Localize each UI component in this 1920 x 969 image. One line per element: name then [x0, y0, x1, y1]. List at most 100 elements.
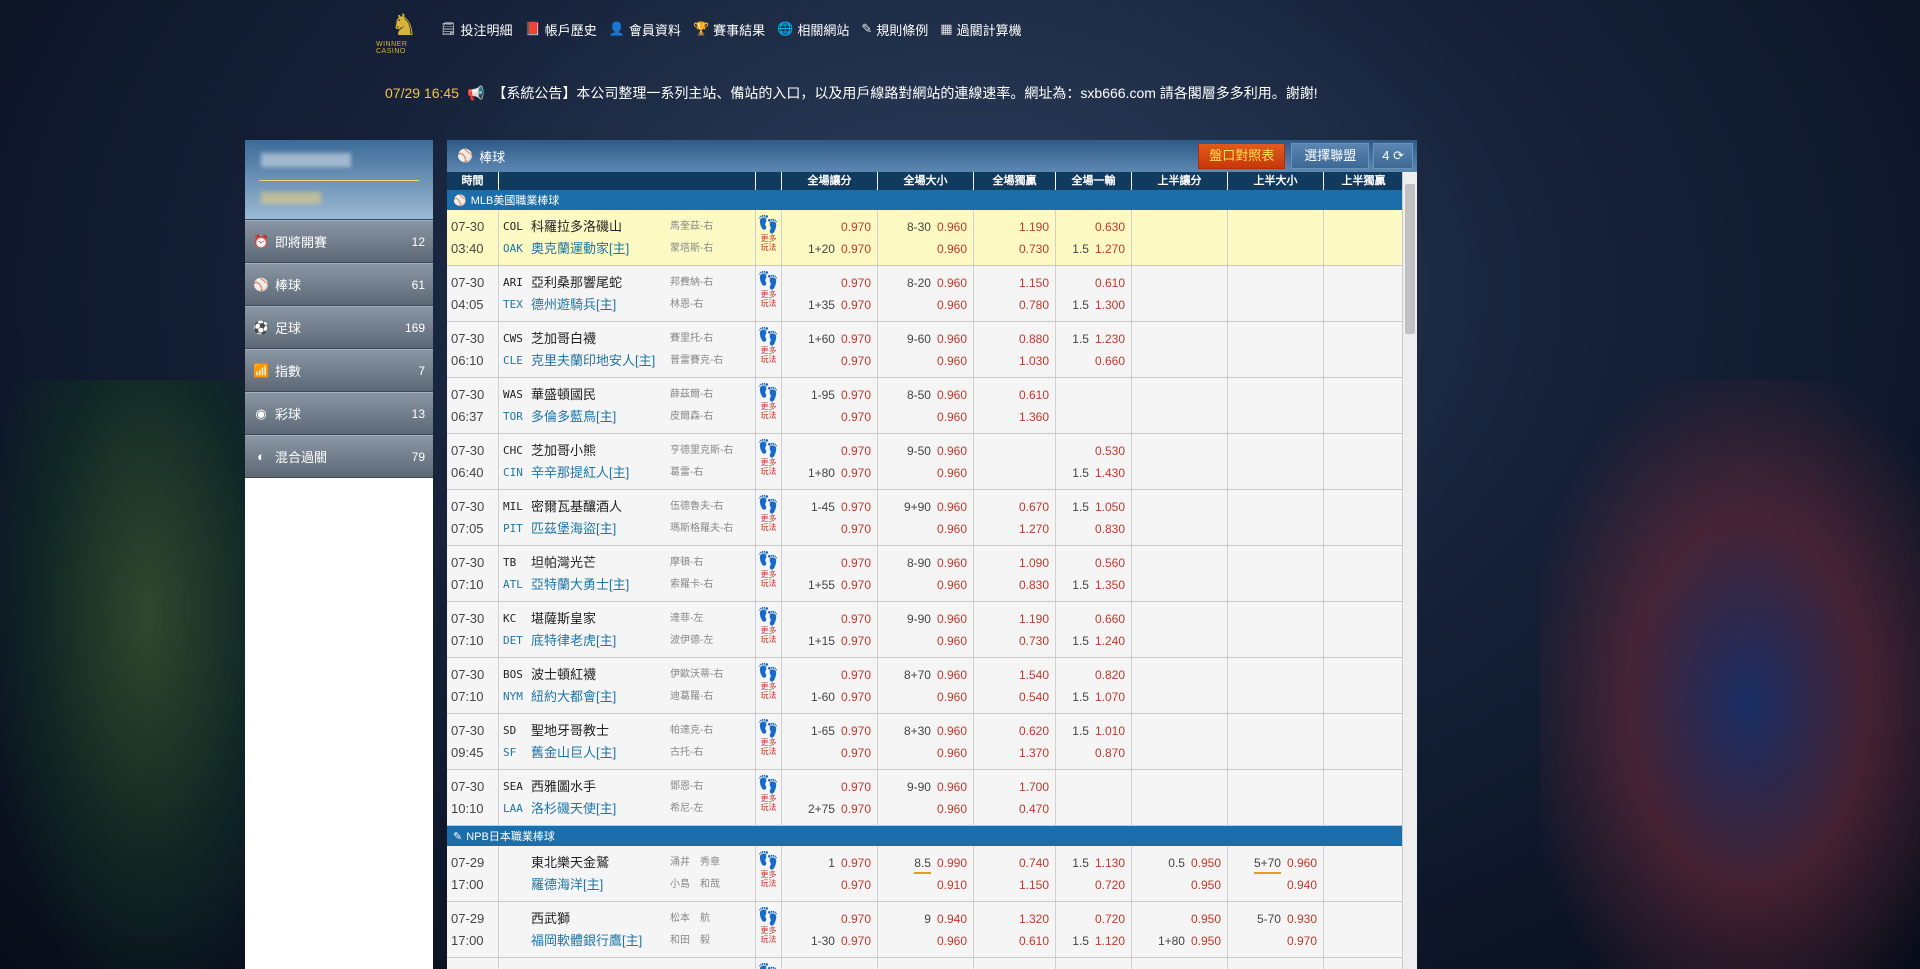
- odds-line[interactable]: 0.960: [878, 518, 973, 540]
- odds-line[interactable]: 8-20 0.960: [878, 272, 973, 294]
- odds-line[interactable]: 0.730: [974, 238, 1055, 260]
- odds-value[interactable]: 0.940: [937, 908, 967, 930]
- odds-line[interactable]: 0.630: [1056, 216, 1131, 238]
- odds-line[interactable]: 1 0.970: [782, 852, 877, 874]
- odds-value[interactable]: 0.970: [841, 608, 871, 630]
- odds-value[interactable]: 1.540: [1019, 664, 1049, 686]
- odds-cell[interactable]: 1.240: [974, 958, 1056, 969]
- odds-cell[interactable]: 0.630 1.5 1.270: [1056, 210, 1132, 265]
- odds-value[interactable]: 1.050: [1095, 496, 1125, 518]
- odds-line[interactable]: 1.5 1.240: [1056, 630, 1131, 652]
- odds-line[interactable]: 1.5 1.070: [1056, 686, 1131, 708]
- odds-line[interactable]: 0.730: [974, 630, 1055, 652]
- odds-value[interactable]: 0.960: [937, 742, 967, 764]
- odds-cell[interactable]: 1.540 0.540: [974, 658, 1056, 713]
- sidebar-item[interactable]: ⚾ 棒球 61: [245, 263, 433, 306]
- odds-value[interactable]: 1.240: [1019, 964, 1049, 969]
- odds-line[interactable]: 1.320: [974, 908, 1055, 930]
- odds-value[interactable]: 0.960: [1287, 852, 1317, 874]
- odds-line[interactable]: 0.780: [974, 294, 1055, 316]
- odds-value[interactable]: 0.560: [1095, 552, 1125, 574]
- odds-value[interactable]: 0.540: [1019, 686, 1049, 708]
- odds-line[interactable]: 0.950: [1132, 874, 1227, 896]
- odds-cell[interactable]: 1.090 0.830: [974, 546, 1056, 601]
- more-bets-button[interactable]: 👣更多玩法: [756, 714, 782, 769]
- odds-line[interactable]: 1-45 0.970: [782, 496, 877, 518]
- odds-line[interactable]: 1.5 1.120: [1056, 930, 1131, 952]
- odds-value[interactable]: 1.270: [1095, 238, 1125, 260]
- odds-value[interactable]: 1.070: [1095, 686, 1125, 708]
- odds-line[interactable]: 8-30 0.960: [878, 216, 973, 238]
- topnav-item[interactable]: 🏆 賽事結果: [693, 20, 765, 39]
- odds-value[interactable]: 0.630: [1095, 216, 1125, 238]
- odds-cell[interactable]: 0.660 1.5 1.240: [1056, 602, 1132, 657]
- vertical-scrollbar[interactable]: [1402, 172, 1417, 969]
- odds-value[interactable]: 1.240: [1095, 630, 1125, 652]
- odds-cell[interactable]: 0.620: [1056, 958, 1132, 969]
- odds-value[interactable]: 0.530: [1095, 440, 1125, 462]
- odds-line[interactable]: 1.090: [974, 552, 1055, 574]
- odds-line[interactable]: 1+15 0.970: [782, 630, 877, 652]
- away-team[interactable]: KC 堪薩斯皇家 達菲-左: [499, 608, 755, 630]
- odds-cell[interactable]: 9-50 0.960 0.960: [878, 434, 974, 489]
- odds-line[interactable]: 1.030: [974, 350, 1055, 372]
- odds-value[interactable]: 0.620: [1095, 964, 1125, 969]
- odds-line[interactable]: 0.970: [782, 518, 877, 540]
- odds-value[interactable]: 0.960: [937, 518, 967, 540]
- odds-cell[interactable]: 8-50 0.960 0.960: [878, 378, 974, 433]
- odds-value[interactable]: 0.970: [841, 294, 871, 316]
- odds-line[interactable]: 0.960: [878, 462, 973, 484]
- home-team[interactable]: PIT 匹茲堡海盜[主] 瑪斯格羅夫-右: [499, 518, 755, 540]
- odds-line[interactable]: 9-60 0.960: [878, 328, 973, 350]
- odds-line[interactable]: 0.660: [1056, 608, 1131, 630]
- odds-line[interactable]: 0.720: [1056, 874, 1131, 896]
- odds-line[interactable]: 1.5 1.430: [1056, 462, 1131, 484]
- odds-value[interactable]: 0.470: [1019, 798, 1049, 820]
- odds-value[interactable]: 0.970: [841, 462, 871, 484]
- odds-value[interactable]: 0.960: [937, 552, 967, 574]
- odds-value[interactable]: 0.720: [1095, 908, 1125, 930]
- more-bets-button[interactable]: 👣更多玩法: [756, 846, 782, 901]
- odds-value[interactable]: 0.620: [1019, 720, 1049, 742]
- odds-line[interactable]: 0.970: [782, 874, 877, 896]
- odds-line[interactable]: 5+70 0.960: [1228, 852, 1323, 874]
- odds-line[interactable]: 0.940: [1228, 874, 1323, 896]
- odds-cell[interactable]: 1+60 0.970 0.970: [782, 322, 878, 377]
- odds-value[interactable]: 0.950: [1191, 964, 1221, 969]
- odds-line[interactable]: 0.960: [878, 742, 973, 764]
- odds-value[interactable]: 0.940: [1287, 964, 1317, 969]
- more-bets-button[interactable]: 👣更多玩法: [756, 602, 782, 657]
- odds-line[interactable]: 9-50 0.960: [878, 440, 973, 462]
- home-team[interactable]: NYM 紐約大都會[主] 迪葛羅-右: [499, 686, 755, 708]
- away-team[interactable]: MIL 密爾瓦基釀酒人 伍德魯夫-右: [499, 496, 755, 518]
- odds-cell[interactable]: [974, 434, 1056, 489]
- odds-line[interactable]: 0.970: [782, 608, 877, 630]
- odds-cell[interactable]: 9-90 0.960 0.960: [878, 602, 974, 657]
- odds-value[interactable]: 1.370: [1019, 742, 1049, 764]
- odds-line[interactable]: 8+30 0.960: [878, 720, 973, 742]
- odds-line[interactable]: 1.190: [974, 608, 1055, 630]
- odds-value[interactable]: 1.270: [1019, 518, 1049, 540]
- more-bets-button[interactable]: 👣更多玩法: [756, 434, 782, 489]
- odds-line[interactable]: [974, 440, 1055, 462]
- odds-line[interactable]: 0.910: [878, 874, 973, 896]
- odds-value[interactable]: 0.970: [841, 874, 871, 896]
- odds-value[interactable]: 0.960: [937, 608, 967, 630]
- odds-cell[interactable]: [1132, 770, 1228, 825]
- odds-line[interactable]: 0.880: [974, 328, 1055, 350]
- odds-value[interactable]: 0.970: [841, 384, 871, 406]
- odds-value[interactable]: 1.120: [1095, 930, 1125, 952]
- odds-cell[interactable]: [1228, 770, 1324, 825]
- scrollbar-thumb[interactable]: [1405, 184, 1415, 334]
- odds-value[interactable]: 0.960: [937, 496, 967, 518]
- odds-value[interactable]: 0.960: [937, 798, 967, 820]
- odds-value[interactable]: 1.030: [1019, 350, 1049, 372]
- odds-line[interactable]: [1056, 776, 1131, 798]
- odds-cell[interactable]: 9-60 0.960 0.960: [878, 322, 974, 377]
- odds-value[interactable]: 0.830: [1095, 518, 1125, 540]
- odds-line[interactable]: [1056, 798, 1131, 820]
- odds-cell[interactable]: [1228, 602, 1324, 657]
- odds-cell[interactable]: 5-70 0.930 0.970: [1228, 902, 1324, 957]
- odds-cell[interactable]: 1.320 0.610: [974, 902, 1056, 957]
- odds-cell[interactable]: 4-10 0.940: [1228, 958, 1324, 969]
